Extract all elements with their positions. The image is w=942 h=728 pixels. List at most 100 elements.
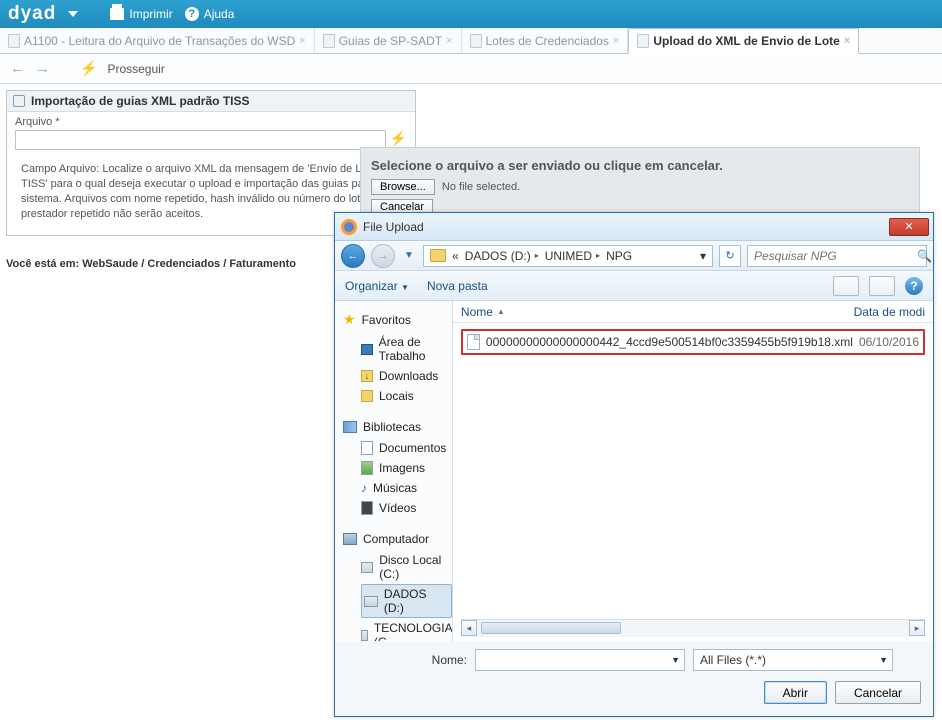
scroll-thumb[interactable] — [481, 622, 621, 634]
close-icon[interactable]: × — [844, 35, 850, 47]
images-icon — [361, 461, 373, 475]
file-date: 06/10/2016 — [859, 335, 919, 349]
nav-back-button[interactable]: ← — [341, 244, 365, 268]
path-part[interactable]: NPG — [606, 249, 632, 263]
tree-disco-c[interactable]: Disco Local (C:) — [361, 550, 452, 584]
file-upload-dialog: File Upload ✕ ← → ▼ « DADOS (D:) ▸ UNIMED… — [334, 212, 934, 717]
path-part[interactable]: UNIMED — [545, 249, 592, 263]
prosseguir-button[interactable]: Prosseguir — [107, 62, 164, 76]
dialog-footer: Nome: ▼ All Files (*.*) ▼ Abrir Cancelar — [335, 641, 933, 716]
tab-a1100[interactable]: A1100 - Leitura do Arquivo de Transações… — [0, 28, 315, 53]
close-dialog-button[interactable]: ✕ — [889, 218, 929, 236]
close-icon[interactable]: × — [613, 35, 619, 47]
document-icon — [470, 34, 482, 48]
app-topbar: dyad Imprimir ? Ajuda — [0, 0, 942, 28]
tree-bibliotecas[interactable]: Bibliotecas — [343, 416, 452, 438]
help-button[interactable]: ? Ajuda — [185, 7, 235, 21]
dialog-titlebar: File Upload ✕ — [335, 213, 933, 241]
path-sep: « — [452, 249, 459, 263]
cancelar-dialog-button[interactable]: Cancelar — [835, 681, 921, 704]
tab-label: Guias de SP-SADT — [339, 34, 442, 48]
col-name-label[interactable]: Nome — [461, 305, 493, 319]
help-icon: ? — [185, 7, 199, 21]
file-list-pane: Nome ▲ Data de modi 00000000000000000442… — [453, 301, 933, 641]
tree-computador[interactable]: Computador — [343, 528, 452, 550]
bolt-icon: ⚡ — [80, 60, 97, 77]
downloads-icon — [361, 370, 373, 382]
tree-desktop[interactable]: Área de Trabalho — [361, 332, 452, 366]
search-icon: 🔍 — [917, 249, 932, 263]
forward-arrow-icon[interactable]: → — [35, 60, 50, 77]
nav-forward-button[interactable]: → — [371, 244, 395, 268]
filter-combo[interactable]: All Files (*.*) ▼ — [693, 649, 893, 671]
panel-header: Importação de guias XML padrão TISS — [7, 91, 415, 112]
tree-videos[interactable]: Vídeos — [361, 498, 452, 518]
flash-icon: ⚡ — [390, 130, 407, 147]
search-input[interactable] — [754, 249, 911, 263]
folder-tree: ★Favoritos Área de Trabalho Downloads Lo… — [335, 301, 453, 641]
print-label: Imprimir — [129, 7, 172, 21]
tab-label: Lotes de Credenciados — [486, 34, 609, 48]
scroll-right-button[interactable]: ▸ — [909, 620, 925, 636]
nome-combo[interactable]: ▼ — [475, 649, 685, 671]
star-icon: ★ — [343, 311, 356, 328]
filter-value: All Files (*.*) — [700, 653, 766, 667]
nova-pasta-button[interactable]: Nova pasta — [427, 279, 488, 293]
tab-strip: A1100 - Leitura do Arquivo de Transações… — [0, 28, 942, 54]
tree-downloads[interactable]: Downloads — [361, 366, 452, 386]
nav-history-chevron-icon[interactable]: ▼ — [401, 245, 417, 267]
dialog-nav: ← → ▼ « DADOS (D:)▸ UNIMED▸ NPG ▾ ↻ 🔍 — [335, 241, 933, 271]
tree-musicas[interactable]: Músicas — [361, 478, 452, 498]
folder-icon — [430, 249, 446, 262]
file-list-header: Nome ▲ Data de modi — [453, 301, 933, 323]
close-icon[interactable]: × — [299, 35, 305, 47]
chevron-down-icon: ▼ — [671, 655, 680, 665]
document-icon — [637, 34, 649, 48]
file-name: 00000000000000000442_4ccd9e500514bf0c335… — [486, 335, 853, 349]
sort-asc-icon: ▲ — [497, 307, 505, 316]
chevron-down-icon: ▼ — [401, 283, 409, 292]
tree-dados-d[interactable]: DADOS (D:) — [361, 584, 452, 618]
path-part[interactable]: DADOS (D:) — [465, 249, 531, 263]
tree-imagens[interactable]: Imagens — [361, 458, 452, 478]
tree-favoritos[interactable]: ★Favoritos — [343, 307, 452, 332]
abrir-button[interactable]: Abrir — [764, 681, 827, 704]
print-icon — [110, 8, 124, 20]
back-arrow-icon[interactable]: ← — [10, 60, 25, 77]
search-box[interactable]: 🔍 — [747, 245, 927, 267]
chevron-right-icon: ▸ — [535, 251, 539, 260]
file-row[interactable]: 00000000000000000442_4ccd9e500514bf0c335… — [461, 329, 925, 355]
col-date-label[interactable]: Data de modi — [835, 305, 925, 319]
chevron-down-icon: ▼ — [879, 655, 888, 665]
refresh-button[interactable]: ↻ — [719, 245, 741, 267]
firefox-icon — [341, 219, 357, 235]
path-dropdown-icon[interactable]: ▾ — [700, 249, 706, 263]
print-button[interactable]: Imprimir — [110, 7, 172, 21]
folder-icon — [361, 390, 373, 402]
browse-button[interactable]: Browse... — [371, 179, 435, 195]
nome-label: Nome: — [347, 653, 467, 667]
file-icon — [467, 334, 480, 350]
document-icon — [8, 34, 20, 48]
tree-tecnologia[interactable]: TECNOLOGIA (G — [361, 618, 452, 641]
brand-menu-chevron-icon[interactable] — [68, 11, 78, 17]
view-mode-button[interactable] — [833, 276, 859, 296]
tree-locais[interactable]: Locais — [361, 386, 452, 406]
scroll-left-button[interactable]: ◂ — [461, 620, 477, 636]
help-label: Ajuda — [204, 7, 235, 21]
close-icon[interactable]: × — [446, 35, 452, 47]
tab-guias-spsadt[interactable]: Guias de SP-SADT × — [315, 28, 462, 53]
music-icon — [361, 481, 367, 495]
organizar-menu[interactable]: Organizar ▼ — [345, 279, 409, 293]
drive-icon — [364, 596, 378, 607]
arquivo-field-label: Arquivo * — [15, 116, 407, 128]
tree-documentos[interactable]: Documentos — [361, 438, 452, 458]
videos-icon — [361, 501, 373, 515]
dialog-help-button[interactable]: ? — [905, 277, 923, 295]
horizontal-scrollbar[interactable]: ◂ ▸ — [461, 619, 925, 637]
path-breadcrumb[interactable]: « DADOS (D:)▸ UNIMED▸ NPG ▾ — [423, 245, 713, 267]
arquivo-input[interactable] — [15, 130, 386, 150]
preview-pane-button[interactable] — [869, 276, 895, 296]
tab-lotes-credenciados[interactable]: Lotes de Credenciados × — [462, 28, 629, 53]
tab-upload-xml[interactable]: Upload do XML de Envio de Lote × — [628, 28, 859, 54]
